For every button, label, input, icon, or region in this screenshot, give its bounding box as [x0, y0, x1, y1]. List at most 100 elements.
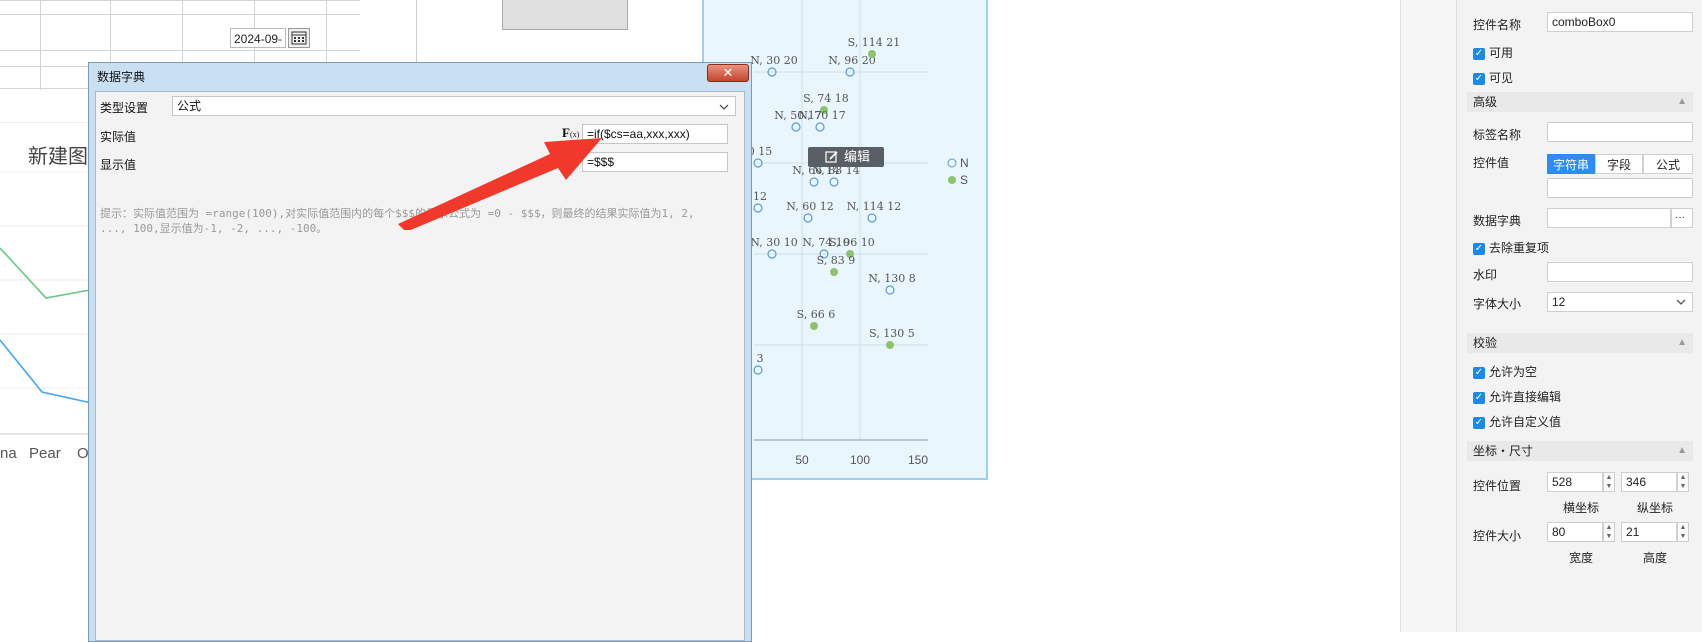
collapse-icon: ▲ [1677, 337, 1687, 348]
legend-label-s: S [960, 173, 968, 187]
collapse-icon: ▲ [1677, 445, 1687, 456]
point-data-label: S, 114 21 [848, 36, 901, 49]
section-advanced[interactable]: 高级 ▲ [1467, 92, 1693, 112]
tab-string[interactable]: 字符串 [1547, 154, 1595, 174]
panel-gutter [1400, 0, 1457, 632]
chart-title: 新建图 [28, 146, 88, 168]
dedupe-checkbox[interactable]: ✓ 去除重复项 [1473, 239, 1549, 256]
pos-x-stepper[interactable]: ▲ ▼ [1603, 472, 1615, 492]
actual-value-label: 实际值 [100, 130, 137, 144]
scatter-point [791, 122, 801, 132]
scatter-point [753, 203, 763, 213]
point-data-label: S, 96 10 [829, 236, 875, 249]
size-label: 控件大小 [1473, 529, 1522, 543]
scatter-point [830, 268, 838, 276]
scatter-point [886, 341, 894, 349]
point-data-label: S, 74 18 [803, 92, 849, 105]
section-title: 高级 [1473, 95, 1498, 109]
property-panel: 控件名称 comboBox0 ✓ 可用 ✓ 可见 高级 ▲ 标签名称 控件值 字符串 … [1456, 0, 1702, 632]
tag-name-label: 标签名称 [1473, 128, 1522, 142]
x-axis-label: na [0, 445, 17, 462]
check-icon: ✓ [1473, 366, 1485, 379]
data-dict-browse-button[interactable]: ··· [1671, 208, 1693, 228]
height-input[interactable]: 21 [1621, 522, 1677, 542]
allow-empty-checkbox[interactable]: ✓ 允许为空 [1473, 363, 1537, 380]
scatter-point [810, 322, 818, 330]
point-data-label: 3 [757, 352, 764, 365]
date-input[interactable]: 2024-09- [230, 28, 286, 48]
section-coordinates[interactable]: 坐标・尺寸 ▲ [1467, 441, 1693, 461]
type-setting-label: 类型设置 [100, 101, 149, 115]
placeholder-block[interactable] [502, 0, 628, 30]
x-tick-label: 50 [795, 453, 809, 467]
dialog-title: 数据字典 [97, 70, 146, 84]
grid-line [0, 50, 360, 51]
tag-name-input[interactable] [1547, 122, 1693, 142]
allow-direct-edit-checkbox[interactable]: ✓ 允许直接编辑 [1473, 388, 1561, 405]
tab-field[interactable]: 字段 [1595, 154, 1643, 174]
series-line-green [0, 247, 101, 299]
grid-line [0, 14, 360, 15]
check-icon: ✓ [1473, 72, 1485, 85]
watermark-label: 水印 [1473, 268, 1498, 282]
width-input[interactable]: 80 [1547, 522, 1603, 542]
series-line-blue [0, 339, 97, 405]
x-tick-label: 150 [908, 453, 928, 467]
scatter-point [868, 50, 876, 58]
pos-y-stepper[interactable]: ▲ ▼ [1677, 472, 1689, 492]
height-stepper[interactable]: ▲ ▼ [1677, 522, 1689, 542]
allow-custom-value-checkbox[interactable]: ✓ 允许自定义值 [1473, 413, 1561, 430]
check-icon: ✓ [1473, 416, 1485, 429]
point-data-label: S, 130 5 [869, 327, 915, 340]
type-select[interactable]: 公式 [172, 96, 736, 116]
calendar-button[interactable] [288, 28, 310, 48]
data-dict-label: 数据字典 [1473, 214, 1522, 228]
enabled-checkbox[interactable]: ✓ 可用 [1473, 44, 1513, 61]
legend-marker-n [947, 158, 957, 168]
legend-marker-s [948, 176, 956, 184]
check-icon: ✓ [1473, 391, 1485, 404]
dialog-titlebar[interactable]: 数据字典 ✕ [89, 63, 751, 87]
arrow-shape [398, 138, 602, 230]
visible-label: 可见 [1489, 71, 1514, 85]
x-caption: 横坐标 [1563, 501, 1600, 515]
watermark-input[interactable] [1547, 262, 1693, 282]
point-data-label: N, 30 20 [750, 54, 797, 67]
control-name-label: 控件名称 [1473, 18, 1522, 32]
close-icon: ✕ [722, 65, 734, 80]
pos-x-input[interactable]: 528 [1547, 472, 1603, 492]
close-button[interactable]: ✕ [707, 64, 749, 82]
control-name-input[interactable]: comboBox0 [1547, 12, 1693, 32]
width-caption: 宽度 [1569, 551, 1594, 565]
x-axis-label: Pear [29, 445, 61, 462]
font-size-select[interactable]: 12 [1547, 292, 1693, 312]
point-data-label: N, 114 12 [847, 200, 901, 213]
enabled-label: 可用 [1489, 46, 1514, 60]
scatter-point [753, 365, 763, 375]
scatter-point [803, 213, 813, 223]
pos-y-input[interactable]: 346 [1621, 472, 1677, 492]
section-validation[interactable]: 校验 ▲ [1467, 333, 1693, 353]
tab-formula[interactable]: 公式 [1643, 154, 1693, 174]
y-caption: 纵坐标 [1637, 501, 1674, 515]
display-value-label: 显示值 [100, 158, 137, 172]
point-data-label: N, 30 10 [750, 236, 797, 249]
width-stepper[interactable]: ▲ ▼ [1603, 522, 1615, 542]
calendar-icon [291, 31, 307, 45]
data-dict-input[interactable] [1547, 208, 1671, 228]
check-icon: ✓ [1473, 242, 1485, 255]
scatter-point [829, 177, 839, 187]
scatter-point [809, 177, 819, 187]
control-value-label: 控件值 [1473, 156, 1510, 170]
edit-icon [825, 151, 838, 163]
section-title: 校验 [1473, 336, 1498, 350]
font-size-value: 12 [1552, 295, 1566, 309]
point-data-label: 12 [753, 190, 767, 203]
control-value-input[interactable] [1547, 178, 1693, 198]
visible-checkbox[interactable]: ✓ 可见 [1473, 69, 1513, 86]
grid-line [0, 0, 360, 1]
point-data-label: N, 70 17 [798, 109, 845, 122]
edit-button[interactable]: 编辑 [808, 147, 884, 167]
point-data-label: N, 130 8 [868, 272, 915, 285]
dedupe-label: 去除重复项 [1489, 241, 1550, 255]
